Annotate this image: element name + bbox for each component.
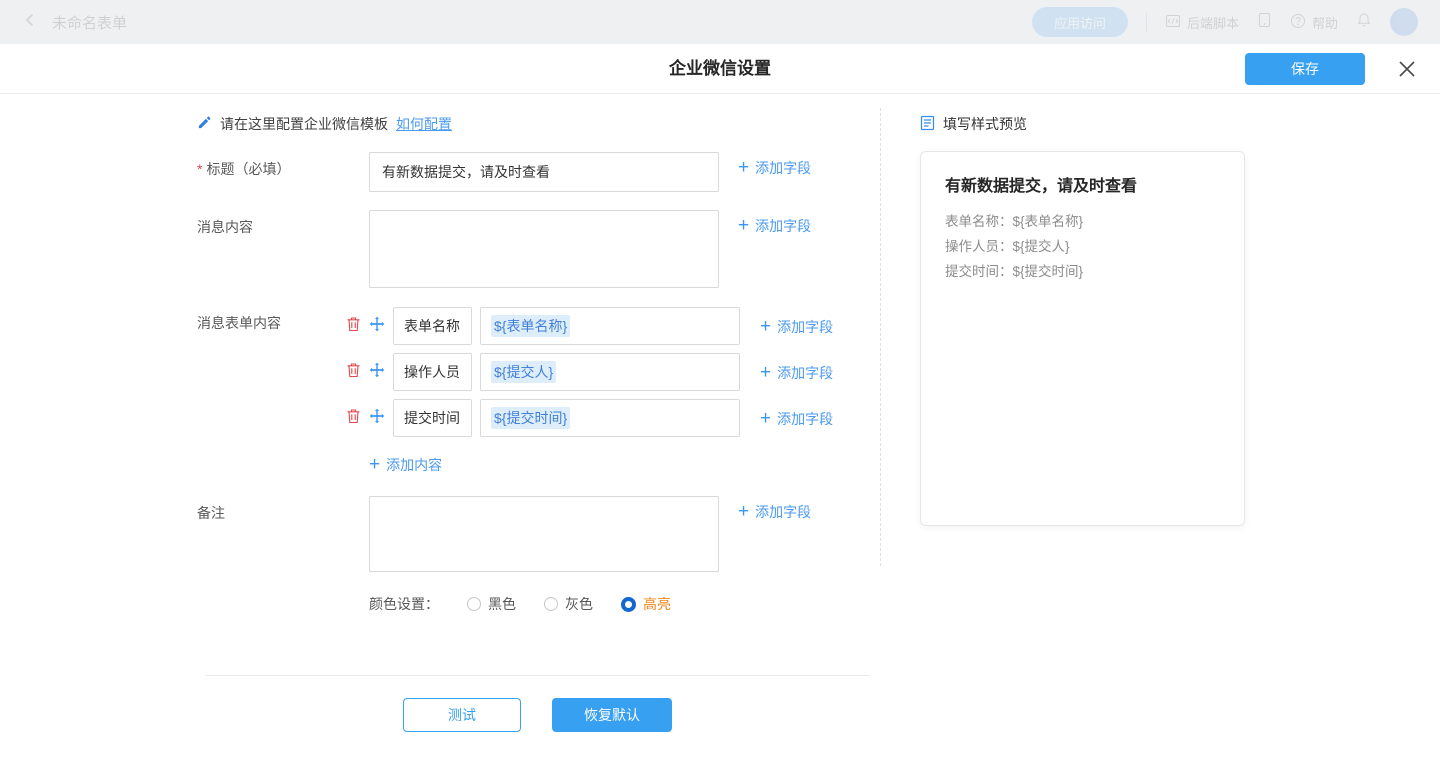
row-token-input[interactable]: ${提交人}	[480, 353, 740, 391]
preview-header-label: 填写样式预览	[943, 114, 1027, 134]
help-label: 帮助	[1312, 13, 1338, 32]
how-to-configure-link[interactable]: 如何配置	[396, 114, 452, 134]
radio-icon	[467, 597, 481, 611]
token-chip: ${表单名称}	[491, 315, 570, 337]
restore-default-button[interactable]: 恢复默认	[552, 698, 672, 732]
modal-body: 请在这里配置企业微信模板 如何配置 *标题（必填） 添加字段 消息内容 添加字段…	[0, 94, 1440, 756]
form-content-row: ${提交人}	[346, 353, 740, 391]
title-input[interactable]	[369, 152, 719, 192]
script-icon	[1165, 13, 1181, 32]
move-icon[interactable]	[369, 362, 385, 383]
remark-textarea[interactable]	[369, 496, 719, 572]
row-name-input[interactable]	[393, 353, 472, 391]
title-field-label: *标题（必填）	[197, 159, 290, 179]
add-field-button-remark[interactable]: 添加字段	[738, 502, 811, 522]
modal-header: 企业微信设置 保存	[0, 44, 1440, 94]
row-token-input[interactable]: ${提交时间}	[480, 399, 740, 437]
preview-line: 表单名称：${表单名称}	[945, 209, 1220, 234]
message-field-label: 消息内容	[197, 217, 253, 237]
preview-card-title: 有新数据提交，请及时查看	[945, 172, 1220, 196]
save-button[interactable]: 保存	[1245, 53, 1365, 85]
add-field-button-title[interactable]: 添加字段	[738, 158, 811, 178]
trash-icon[interactable]	[346, 362, 361, 383]
plus-icon	[738, 504, 749, 520]
plus-icon	[760, 365, 771, 381]
color-setting-label: 颜色设置：	[369, 594, 439, 614]
preview-header: 填写样式预览	[920, 114, 1027, 134]
preview-line: 提交时间：${提交时间}	[945, 259, 1220, 284]
config-hint: 请在这里配置企业微信模板 如何配置	[197, 114, 452, 134]
footer-divider	[205, 675, 870, 676]
radio-gray[interactable]: 灰色	[544, 594, 593, 614]
plus-icon	[738, 218, 749, 234]
token-chip: ${提交人}	[491, 361, 556, 383]
form-title: 未命名表单	[52, 12, 127, 33]
add-field-button-message[interactable]: 添加字段	[738, 216, 811, 236]
color-setting-row: 颜色设置： 黑色 灰色 高亮	[369, 594, 671, 614]
pencil-icon	[197, 115, 212, 133]
preview-doc-icon	[920, 115, 935, 134]
radio-highlight[interactable]: 高亮	[621, 594, 671, 614]
topbar: 未命名表单 应用访问 后端脚本 帮助	[0, 0, 1440, 44]
move-icon[interactable]	[369, 316, 385, 337]
help-icon	[1290, 13, 1306, 32]
add-content-button[interactable]: 添加内容	[369, 455, 442, 475]
mobile-preview-icon[interactable]	[1257, 12, 1272, 33]
remark-field-label: 备注	[197, 503, 225, 523]
plus-icon	[760, 411, 771, 427]
form-content-row: ${提交时间}	[346, 399, 740, 437]
required-mark: *	[197, 161, 202, 177]
hint-text: 请在这里配置企业微信模板	[220, 114, 388, 134]
close-icon[interactable]	[1398, 60, 1416, 78]
modal-title: 企业微信设置	[0, 44, 1440, 94]
panel-divider	[880, 108, 881, 566]
avatar[interactable]	[1390, 8, 1418, 36]
radio-icon	[544, 597, 558, 611]
plus-icon	[738, 160, 749, 176]
plus-icon	[369, 457, 380, 473]
form-content-row: ${表单名称}	[346, 307, 740, 345]
trash-icon[interactable]	[346, 408, 361, 429]
preview-line: 操作人员：${提交人}	[945, 234, 1220, 259]
add-field-button-row1[interactable]: 添加字段	[760, 363, 833, 383]
help-button[interactable]: 帮助	[1290, 13, 1338, 32]
script-label: 后端脚本	[1187, 13, 1239, 32]
preview-card: 有新数据提交，请及时查看 表单名称：${表单名称} 操作人员：${提交人} 提交…	[920, 151, 1245, 526]
back-icon[interactable]	[22, 12, 38, 33]
token-chip: ${提交时间}	[491, 407, 570, 429]
test-button[interactable]: 测试	[403, 698, 521, 732]
form-content-label: 消息表单内容	[197, 313, 281, 333]
radio-black[interactable]: 黑色	[467, 594, 516, 614]
bell-icon[interactable]	[1356, 12, 1372, 33]
radio-selected-icon	[621, 597, 636, 612]
row-name-input[interactable]	[393, 307, 472, 345]
topbar-divider	[1146, 13, 1147, 31]
trash-icon[interactable]	[346, 316, 361, 337]
app-access-button[interactable]: 应用访问	[1032, 7, 1128, 37]
message-content-textarea[interactable]	[369, 210, 719, 288]
row-token-input[interactable]: ${表单名称}	[480, 307, 740, 345]
plus-icon	[760, 319, 771, 335]
add-field-button-row0[interactable]: 添加字段	[760, 317, 833, 337]
move-icon[interactable]	[369, 408, 385, 429]
wechat-settings-modal: 企业微信设置 保存 请在这里配置企业微信模板 如何配置 *标题（必填） 添加字段…	[0, 44, 1440, 757]
add-field-button-row2[interactable]: 添加字段	[760, 409, 833, 429]
row-name-input[interactable]	[393, 399, 472, 437]
backend-script-button[interactable]: 后端脚本	[1165, 13, 1239, 32]
